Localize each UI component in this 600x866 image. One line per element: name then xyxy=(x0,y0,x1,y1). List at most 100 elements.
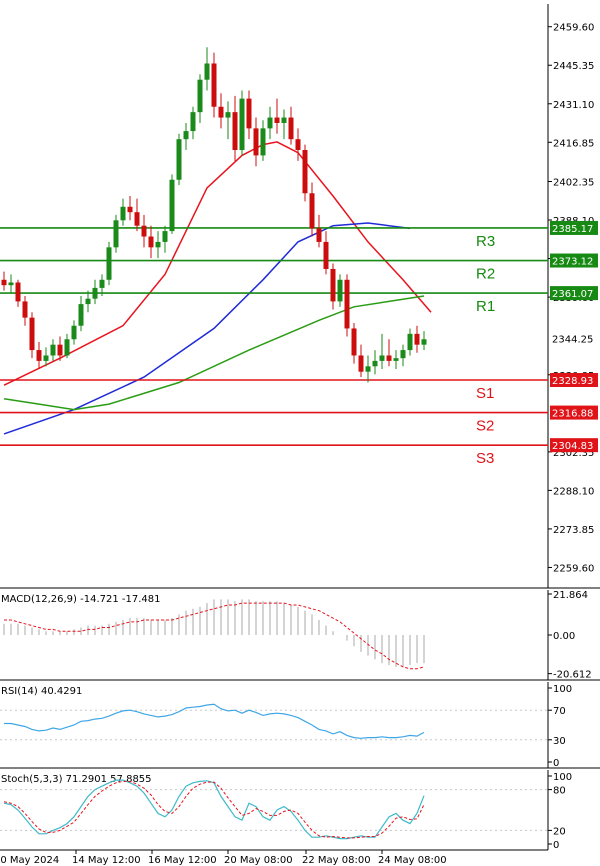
level-value-r2: 2373.12 xyxy=(552,257,593,268)
y-tick-label: 0.00 xyxy=(553,631,575,642)
candle-down xyxy=(414,333,420,345)
candle-down xyxy=(232,112,238,150)
candle-down xyxy=(29,317,35,351)
candle-up xyxy=(50,344,56,356)
candle-up xyxy=(379,355,385,361)
level-value-r3: 2385.17 xyxy=(552,224,593,235)
candle-up xyxy=(365,366,371,372)
candle-up xyxy=(225,112,231,118)
candle-down xyxy=(316,228,322,242)
x-tick-label: 16 May 12:00 xyxy=(148,855,217,866)
level-value-s3: 2304.83 xyxy=(552,441,593,452)
candle-down xyxy=(246,98,252,129)
macd-title: MACD(12,26,9) -14.721 -17.481 xyxy=(1,594,161,605)
candle-down xyxy=(15,282,21,302)
x-tick-label: 20 May 08:00 xyxy=(224,855,293,866)
candle-down xyxy=(127,206,133,213)
candle-down xyxy=(351,328,357,356)
x-tick-label: 10 May 2024 xyxy=(0,855,59,866)
level-name-r2: R2 xyxy=(476,266,495,283)
y-tick-label: 2288.10 xyxy=(553,486,594,497)
candle-up xyxy=(260,128,266,156)
candle-up xyxy=(372,360,378,367)
level-name-s3: S3 xyxy=(476,450,494,467)
y-tick-label: 2416.85 xyxy=(553,138,594,149)
candle-down xyxy=(323,241,329,269)
y-tick-label: 100 xyxy=(553,772,572,783)
rsi-title: RSI(14) 40.4291 xyxy=(1,686,82,697)
candle-up xyxy=(169,179,175,232)
candle-up xyxy=(43,355,49,361)
stoch-title: Stoch(5,3,3) 71.2901 57.8855 xyxy=(1,774,152,785)
candle-down xyxy=(253,128,259,156)
candle-up xyxy=(197,79,203,113)
candle-down xyxy=(218,106,224,118)
level-name-s2: S2 xyxy=(476,418,494,435)
y-tick-label: 21.864 xyxy=(553,590,588,601)
candle-down xyxy=(274,117,280,123)
y-tick-label: 2445.35 xyxy=(553,61,594,72)
y-tick-label: 30 xyxy=(553,736,566,747)
candle-down xyxy=(358,355,364,372)
candle-down xyxy=(134,212,140,226)
y-tick-label: 0 xyxy=(553,840,559,851)
candle-up xyxy=(71,325,77,340)
candle-down xyxy=(288,117,294,140)
level-name-s1: S1 xyxy=(476,385,494,402)
y-tick-label: 2431.10 xyxy=(553,100,594,111)
candle-up xyxy=(204,63,210,80)
candle-up xyxy=(78,304,84,326)
candle-up xyxy=(337,279,343,302)
y-tick-label: -20.612 xyxy=(553,670,592,681)
y-tick-label: 0 xyxy=(553,758,559,769)
candle-down xyxy=(148,236,154,248)
candle-down xyxy=(330,268,336,302)
candle-down xyxy=(57,344,63,356)
level-value-s1: 2328.93 xyxy=(552,376,593,387)
y-tick-label: 2402.35 xyxy=(553,177,594,188)
candle-up xyxy=(183,131,189,140)
candle-up xyxy=(407,333,413,351)
level-value-s2: 2316.88 xyxy=(552,409,593,420)
candle-up xyxy=(176,139,182,180)
x-tick-label: 24 May 08:00 xyxy=(378,855,447,866)
y-tick-label: 70 xyxy=(553,706,566,717)
candle-down xyxy=(295,139,301,150)
level-name-r3: R3 xyxy=(476,233,495,250)
y-tick-label: 2259.60 xyxy=(553,563,594,574)
y-tick-label: 2273.85 xyxy=(553,525,594,536)
candle-down xyxy=(309,193,315,229)
candle-up xyxy=(393,358,399,361)
candle-up xyxy=(400,350,406,359)
candle-up xyxy=(155,241,161,248)
candle-down xyxy=(36,350,42,361)
candle-down xyxy=(344,279,350,329)
candle-down xyxy=(211,63,217,107)
x-tick-label: 22 May 08:00 xyxy=(302,855,371,866)
candle-up xyxy=(281,117,287,123)
candle-up xyxy=(99,279,105,288)
y-tick-label: 100 xyxy=(553,684,572,695)
x-tick-label: 14 May 12:00 xyxy=(72,855,141,866)
candle-up xyxy=(421,339,427,345)
candle-down xyxy=(1,279,7,286)
candle-up xyxy=(113,220,119,248)
candle-up xyxy=(190,112,196,132)
y-tick-label: 80 xyxy=(553,786,566,797)
candle-up xyxy=(106,247,112,280)
candle-down xyxy=(386,355,392,361)
candle-up xyxy=(8,282,14,286)
candle-down xyxy=(141,225,147,237)
candle-down xyxy=(302,150,308,194)
candle-up xyxy=(267,117,273,129)
candle-up xyxy=(120,206,126,221)
current-price-label: 2344.25 xyxy=(552,335,593,346)
candle-up xyxy=(162,231,168,242)
level-name-r1: R1 xyxy=(476,298,495,315)
y-tick-label: 2459.60 xyxy=(553,23,594,34)
y-tick-label: 20 xyxy=(553,826,566,837)
candle-up xyxy=(64,339,70,356)
level-value-r1: 2361.07 xyxy=(552,289,593,300)
candle-up xyxy=(239,98,245,150)
trading-chart[interactable]: 2459.602445.352431.102416.852402.352388.… xyxy=(0,0,600,866)
